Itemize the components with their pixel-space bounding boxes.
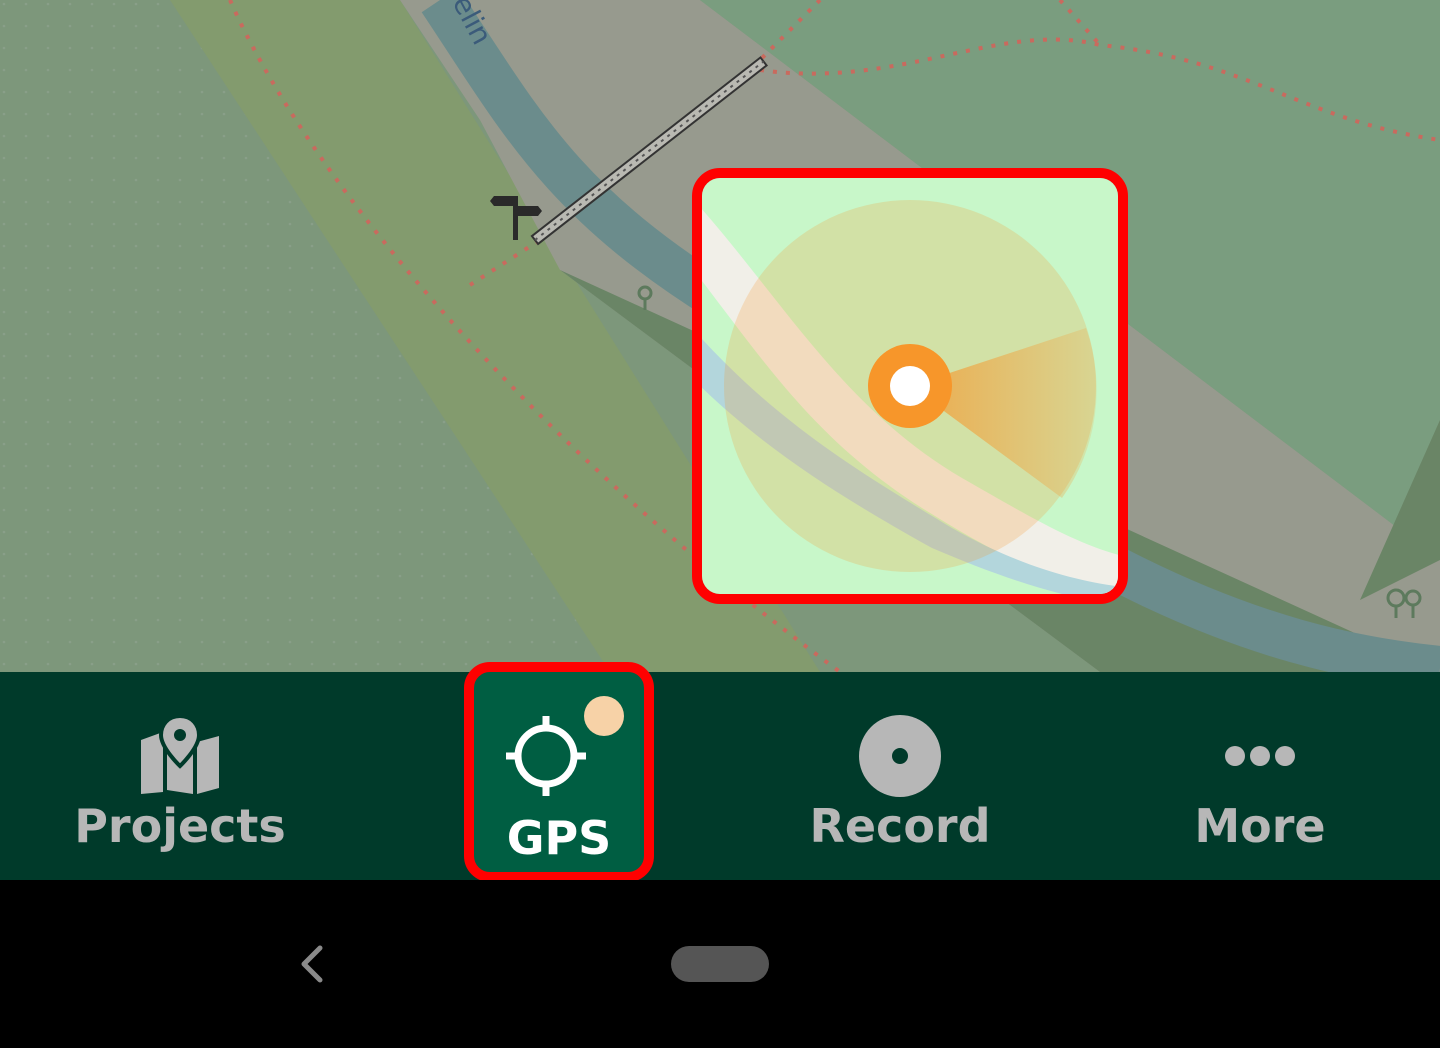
nav-more[interactable]: More <box>1080 672 1440 880</box>
nav-more-label: More <box>1194 799 1326 853</box>
bottom-navigation: Projects Record More <box>0 672 1440 880</box>
more-dots-icon <box>1225 712 1295 800</box>
nav-gps[interactable]: GPS <box>464 662 654 882</box>
back-icon[interactable] <box>290 942 334 986</box>
crosshair-icon <box>504 714 588 803</box>
record-icon <box>857 712 943 800</box>
gps-status-dot <box>584 696 624 736</box>
nav-projects[interactable]: Projects <box>0 672 360 880</box>
current-location-highlight[interactable] <box>692 168 1128 604</box>
home-button[interactable] <box>671 946 769 982</box>
nav-gps-label: GPS <box>506 811 612 865</box>
nav-record-label: Record <box>809 799 991 853</box>
location-accuracy-view <box>702 178 1118 594</box>
nav-projects-label: Projects <box>74 799 286 853</box>
nav-record[interactable]: Record <box>720 672 1080 880</box>
map-pin-icon <box>135 712 225 800</box>
